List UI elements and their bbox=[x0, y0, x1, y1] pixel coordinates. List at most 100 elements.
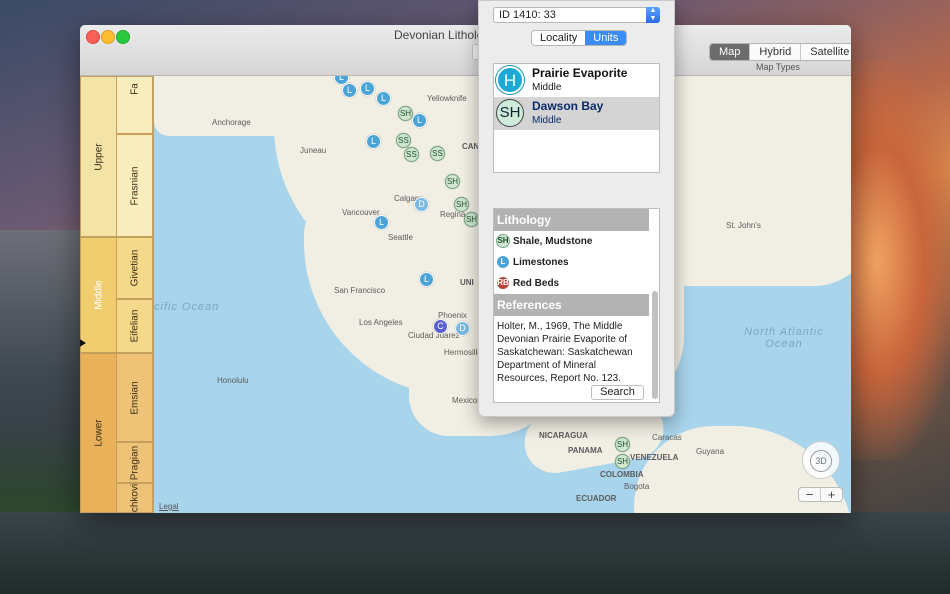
stage-pragian[interactable]: Pragian bbox=[116, 442, 153, 483]
map-label: Caracas bbox=[652, 433, 682, 442]
locality-pin[interactable]: L bbox=[376, 91, 391, 106]
locality-pin[interactable]: D bbox=[455, 321, 470, 336]
locality-pin[interactable]: SH bbox=[615, 454, 630, 469]
list-item[interactable]: SH Dawson Bay Middle bbox=[494, 97, 659, 130]
map-label: CAN bbox=[462, 142, 480, 151]
locality-pin[interactable]: SS bbox=[430, 146, 445, 161]
map-label: PANAMA bbox=[568, 446, 603, 455]
stage-label: Emsian bbox=[129, 380, 140, 415]
reference-text: Holter, M., 1969, The Middle Devonian Pr… bbox=[497, 321, 633, 384]
series-upper[interactable]: Upper bbox=[80, 76, 117, 237]
lithology-badge-icon: L bbox=[496, 255, 510, 269]
zoom-control[interactable]: − + bbox=[798, 487, 843, 502]
stage-label: Pragian bbox=[129, 445, 140, 480]
unit-age: Middle bbox=[532, 82, 562, 93]
map-label: Los Angeles bbox=[359, 318, 403, 327]
locality-pin[interactable]: C bbox=[433, 319, 448, 334]
locality-pin[interactable]: SH bbox=[445, 174, 460, 189]
series-lower[interactable]: Lower bbox=[80, 353, 117, 513]
map-type-selector[interactable]: Map Hybrid Satellite bbox=[709, 43, 851, 61]
locality-pin[interactable]: SH bbox=[454, 197, 469, 212]
map-type-map[interactable]: Map bbox=[710, 44, 750, 60]
stage-label: Frasnian bbox=[129, 166, 140, 205]
title-bar[interactable]: Devonian Lithologic Map Hybrid Satellite… bbox=[80, 25, 851, 76]
series-label: Upper bbox=[93, 142, 104, 171]
locality-pin[interactable]: L bbox=[374, 215, 389, 230]
lithology-badge-icon: SH bbox=[496, 99, 524, 127]
map-label: Yellowknife bbox=[427, 94, 467, 103]
zoom-button[interactable] bbox=[116, 30, 130, 44]
map-label: VENEZUELA bbox=[630, 453, 679, 462]
stage-label: Fa bbox=[129, 83, 140, 95]
map-label: Mexico bbox=[452, 396, 478, 405]
locality-pin[interactable]: L bbox=[419, 272, 434, 287]
lithology-name: Red Beds bbox=[513, 278, 560, 289]
locality-pin[interactable]: L bbox=[366, 134, 381, 149]
map-label: Ciudad Juarez bbox=[408, 331, 460, 340]
locality-pin[interactable]: SS bbox=[396, 133, 411, 148]
locality-pin[interactable]: SH bbox=[615, 437, 630, 452]
map-label: UNI bbox=[460, 278, 474, 287]
map-label: Bogota bbox=[624, 482, 650, 491]
map-type-hybrid[interactable]: Hybrid bbox=[749, 44, 800, 60]
stage-eifelian[interactable]: Eifelian bbox=[116, 299, 153, 353]
stage-lochkovian[interactable]: Lochkovian bbox=[116, 483, 153, 513]
locality-pin[interactable]: SS bbox=[404, 147, 419, 162]
stage-frasnian[interactable]: Frasnian bbox=[116, 134, 153, 237]
map-label: NICARAGUA bbox=[539, 431, 588, 440]
map-label: Seattle bbox=[388, 233, 413, 242]
stage-emsian[interactable]: Emsian bbox=[116, 353, 153, 442]
locality-pin[interactable]: L bbox=[342, 83, 357, 98]
close-button[interactable] bbox=[86, 30, 100, 44]
lithology-name: Limestones bbox=[513, 257, 569, 268]
list-item[interactable]: H Prairie Evaporite Middle bbox=[494, 64, 659, 97]
lithology-badge-icon: RB bbox=[496, 276, 510, 290]
zoom-out-button[interactable]: − bbox=[799, 488, 820, 501]
minimize-button[interactable] bbox=[101, 30, 115, 44]
stage-label: Eifelian bbox=[129, 309, 140, 343]
map-label: Juneau bbox=[300, 146, 327, 155]
detail-scrollbar[interactable] bbox=[652, 291, 658, 399]
locality-id-select[interactable]: ID 1410: 33 ▲ ▼ bbox=[493, 7, 660, 23]
compass-3d-control[interactable]: 3D bbox=[802, 441, 840, 479]
stage-givetian[interactable]: Givetian bbox=[116, 237, 153, 299]
series-label: Lower bbox=[93, 419, 104, 447]
select-arrows-icon: ▲ ▼ bbox=[646, 7, 660, 23]
stage-label: Givetian bbox=[129, 249, 140, 287]
map-types-caption: Map Types bbox=[756, 62, 800, 72]
unit-detail[interactable]: Lithology SH Shale, Mudstone L Limestone… bbox=[493, 208, 660, 403]
units-list[interactable]: H Prairie Evaporite Middle SH Dawson Bay… bbox=[493, 63, 660, 173]
unit-name: Prairie Evaporite bbox=[532, 66, 628, 80]
locality-pin[interactable]: SH bbox=[464, 212, 479, 227]
map-label: COLOMBIA bbox=[600, 470, 644, 479]
locality-pin[interactable]: L bbox=[360, 81, 375, 96]
unit-age: Middle bbox=[532, 115, 562, 126]
lithology-badge-icon: SH bbox=[496, 234, 510, 248]
ocean-label: cific Ocean bbox=[154, 301, 220, 313]
zoom-in-button[interactable]: + bbox=[820, 488, 842, 501]
info-panel: ID 1410: 33 ▲ ▼ Locality Units H Prairie … bbox=[478, 0, 675, 417]
stage-label: Lochkovian bbox=[129, 483, 140, 513]
lithology-header: Lithology bbox=[494, 209, 649, 231]
main-window: Devonian Lithologic Map Hybrid Satellite… bbox=[80, 25, 851, 513]
ocean-label: North Atlantic Ocean bbox=[744, 326, 824, 350]
lithology-name: Shale, Mudstone bbox=[513, 236, 593, 247]
tab-units[interactable]: Units bbox=[585, 31, 627, 45]
locality-pin[interactable]: SH bbox=[398, 106, 413, 121]
legal-link[interactable]: Legal bbox=[159, 502, 179, 511]
tab-locality[interactable]: Locality bbox=[532, 31, 586, 45]
map-label: Vancouver bbox=[342, 208, 380, 217]
lithology-badge-icon: H bbox=[496, 66, 524, 94]
series-middle[interactable]: Middle bbox=[80, 237, 117, 353]
stage-famennian[interactable]: Fa bbox=[116, 76, 153, 134]
locality-pin[interactable]: L bbox=[412, 113, 427, 128]
stratigraphic-column: Upper Middle Lower Fa Frasnian Givetian … bbox=[80, 76, 154, 513]
view-selector[interactable]: Locality Units bbox=[531, 30, 628, 46]
unit-name: Dawson Bay bbox=[532, 99, 604, 113]
locality-pin[interactable]: D bbox=[414, 197, 429, 212]
series-label: Middle bbox=[93, 280, 104, 310]
search-button[interactable]: Search bbox=[591, 385, 644, 400]
map-label: Hermosillo bbox=[444, 348, 482, 357]
map-type-satellite[interactable]: Satellite bbox=[800, 44, 851, 60]
map-label: Guyana bbox=[696, 447, 725, 456]
